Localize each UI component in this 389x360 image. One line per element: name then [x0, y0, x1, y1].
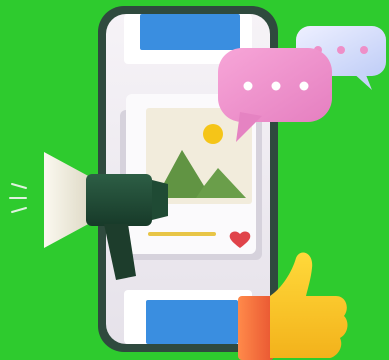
- thumbs-up-cuff: [238, 296, 274, 360]
- thumbs-up-hand: [270, 252, 348, 358]
- bottom-banner: [146, 300, 238, 344]
- social-media-marketing-illustration: [0, 0, 389, 360]
- megaphone-cone: [44, 152, 92, 248]
- bottom-post-card: [124, 290, 252, 344]
- megaphone-body: [86, 174, 152, 226]
- megaphone-back: [152, 180, 168, 220]
- illustration-canvas: [9, 6, 386, 360]
- sound-lines: [9, 183, 27, 213]
- sun-icon: [203, 124, 223, 144]
- caption-line: [148, 232, 216, 236]
- top-banner: [140, 14, 240, 50]
